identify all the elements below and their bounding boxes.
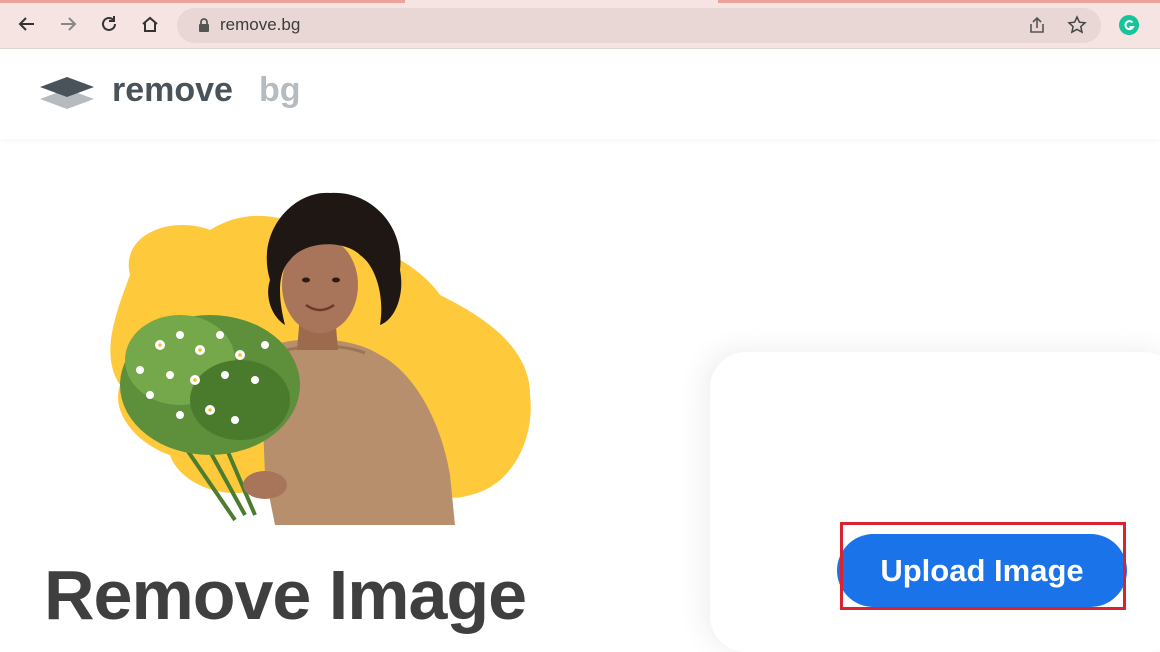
tab-indicator-right (718, 0, 1160, 3)
back-icon[interactable] (15, 12, 39, 36)
site-header: remove bg (0, 49, 1160, 139)
lock-icon[interactable] (193, 14, 215, 36)
share-icon[interactable] (1026, 14, 1048, 36)
upload-image-button[interactable]: Upload Image (837, 534, 1127, 607)
home-icon[interactable] (138, 12, 162, 36)
forward-icon[interactable] (56, 12, 80, 36)
logo-text-remove[interactable]: remove (112, 71, 233, 110)
browser-toolbar: remove.bg (0, 0, 1160, 49)
hero-image (60, 185, 550, 530)
reload-icon[interactable] (97, 12, 121, 36)
tab-indicator (0, 0, 405, 3)
logo-icon[interactable] (38, 75, 96, 120)
grammarly-icon[interactable] (1118, 14, 1140, 36)
address-bar[interactable] (177, 8, 1101, 43)
url-text[interactable]: remove.bg (220, 15, 300, 35)
upload-card (710, 352, 1160, 652)
logo-text-bg[interactable]: bg (259, 71, 301, 110)
star-icon[interactable] (1066, 14, 1088, 36)
hero-title: Remove Image (44, 556, 527, 634)
